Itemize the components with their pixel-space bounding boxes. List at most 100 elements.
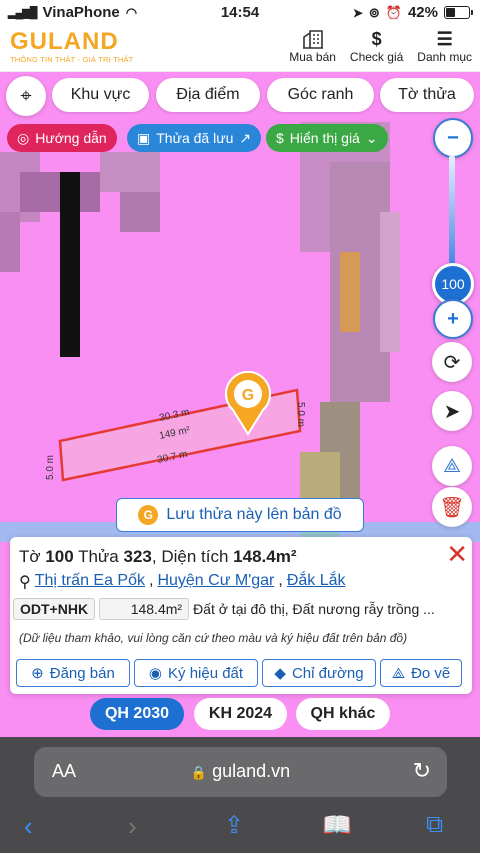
navigate-button[interactable]: ➤	[432, 391, 472, 431]
guland-pin-icon: G	[138, 505, 159, 525]
nav-danh-muc[interactable]: ☰ Danh mục	[417, 28, 472, 64]
chi-duong-button[interactable]: ◆ Chỉ đường	[262, 659, 376, 687]
do-ve-button[interactable]: ⟁ Đo vẽ	[380, 659, 462, 687]
hien-thi-gia-chip[interactable]: $ Hiển thị giá ⌄	[266, 124, 388, 152]
dia-diem-button[interactable]: Địa điểm	[156, 78, 260, 112]
action-label: Chỉ đường	[291, 664, 364, 682]
district-link[interactable]: Huyện Cư M'gar	[157, 572, 274, 592]
nav-check-gia[interactable]: $ Check giá	[350, 28, 403, 64]
khu-vuc-button[interactable]: Khu vực	[52, 78, 149, 112]
pin-plus-icon: ⊕	[31, 665, 44, 682]
trash-icon: 🗑	[439, 496, 465, 519]
logo-tagline: THÔNG TIN THẬT - GIÁ TRỊ THẬT	[10, 55, 134, 64]
nav-label: Check giá	[349, 50, 404, 64]
goc-ranh-button[interactable]: Góc ranh	[267, 78, 374, 112]
tabs-icon[interactable]: ⧉	[426, 811, 443, 839]
address-bar[interactable]: AA 🔒 guland.vn ↻	[34, 747, 447, 797]
huong-dan-chip[interactable]: ◎ Hướng dẫn	[7, 124, 117, 152]
action-label: Đăng bán	[49, 664, 115, 682]
action-label: Đo vẽ	[411, 664, 451, 682]
target-icon: ◎	[17, 129, 30, 146]
kh-2024-button[interactable]: KH 2024	[194, 698, 287, 730]
dien-tich-label: Diện tích	[161, 547, 229, 566]
dien-tich-value: 148.4m²	[233, 547, 297, 566]
ky-hieu-dat-button[interactable]: ◉ Ký hiệu đất	[134, 659, 258, 687]
parcel-left-edge: 5.0 m	[45, 455, 56, 480]
crosshair-icon: ⌖	[20, 84, 32, 107]
to-thua-button[interactable]: Tờ thửa	[380, 78, 474, 112]
status-bar: ▂▄▆█ VinaPhone ◠ 14:54 ➤ ⊚ ⏰ 42%	[0, 0, 480, 24]
disclaimer-note: (Dữ liệu tham khảo, vui lòng căn cứ theo…	[19, 631, 408, 645]
battery-icon	[444, 6, 473, 19]
external-link-icon: ↗	[239, 129, 252, 146]
save-parcel-button[interactable]: G Lưu thửa này lên bản đồ	[116, 498, 364, 532]
refresh-icon: ⟳	[443, 351, 461, 374]
bookmark-icon: ▣	[137, 129, 151, 146]
thua-value: 323	[123, 547, 152, 566]
to-value: 100	[45, 547, 74, 566]
domain-text: guland.vn	[212, 761, 291, 781]
land-code-tag: ODT+NHK	[13, 598, 96, 620]
qh-khac-button[interactable]: QH khác	[296, 698, 390, 730]
land-info-row: ODT+NHK 148.4m² Đất ở tại đô thị, Đất nư…	[13, 598, 468, 620]
thua-label: Thửa	[78, 547, 119, 566]
directions-icon: ◆	[274, 665, 286, 682]
app-header: GULAND THÔNG TIN THẬT - GIÁ TRỊ THẬT Mua…	[0, 24, 480, 72]
zoom-slider[interactable]	[449, 155, 455, 275]
action-buttons: ⊕ Đăng bán ◉ Ký hiệu đất ◆ Chỉ đường ⟁ Đo vẽ	[16, 659, 462, 687]
palette-icon: ◉	[148, 665, 163, 682]
thua-da-luu-chip[interactable]: ▣ Thửa đã lưu ↗	[127, 124, 262, 152]
dang-ban-button[interactable]: ⊕ Đăng bán	[16, 659, 130, 687]
logo[interactable]: GULAND THÔNG TIN THẬT - GIÁ TRỊ THẬT	[10, 28, 134, 65]
nav-mua-ban[interactable]: Mua bán	[289, 28, 336, 64]
land-description: Đất ở tại đô thị, Đất nương rẫy trồng ..…	[193, 601, 435, 617]
nav-label: Danh mục	[417, 50, 472, 64]
parcel-title: Tờ 100 Thửa 323, Diện tích 148.4m²	[19, 547, 297, 566]
parcel-right-edge: 5.0 m	[295, 402, 306, 427]
location-line: ⚲ Thị trấn Ea Pốk, Huyện Cư M'gar, Đắk L…	[19, 572, 346, 592]
zoom-out-button[interactable]: −	[433, 118, 473, 158]
browser-url-area: AA 🔒 guland.vn ↻	[0, 737, 480, 807]
minus-icon: −	[447, 126, 459, 149]
url-display[interactable]: 🔒 guland.vn	[34, 761, 447, 782]
logo-word: GULAND	[10, 28, 119, 55]
svg-text:G: G	[242, 387, 254, 404]
measure-icon: ⟁	[443, 454, 461, 477]
land-area-tag: 148.4m²	[99, 598, 190, 620]
zoom-in-button[interactable]: +	[433, 299, 473, 339]
action-label: Ký hiệu đất	[168, 664, 244, 682]
refresh-button[interactable]: ⟳	[432, 342, 472, 382]
lock-rotation-icon: ⊚	[368, 4, 380, 20]
menu-icon: ☰	[436, 29, 453, 49]
dollar-icon: $	[276, 130, 284, 146]
save-parcel-label: Lưu thửa này lên bản đồ	[166, 506, 342, 523]
battery-percent: 42%	[407, 4, 438, 21]
nav-label: Mua bán	[289, 50, 336, 64]
province-link[interactable]: Đắk Lắk	[287, 572, 346, 592]
town-link[interactable]: Thị trấn Ea Pốk	[35, 572, 145, 592]
browser-toolbar: ‹ › ⇪ 📖 ⧉	[0, 807, 480, 853]
chip-label: Thửa đã lưu	[156, 130, 234, 146]
reload-icon[interactable]: ↻	[413, 758, 431, 784]
plus-icon: +	[447, 307, 459, 330]
measure-icon: ⟁	[391, 664, 406, 682]
chip-label: Hiển thị giá	[289, 130, 360, 146]
lock-icon: 🔒	[190, 765, 208, 780]
share-icon[interactable]: ⇪	[224, 811, 244, 840]
close-icon[interactable]: ✕	[446, 539, 468, 570]
alarm-icon: ⏰	[385, 4, 402, 20]
forward-icon[interactable]: ›	[128, 811, 137, 842]
back-icon[interactable]: ‹	[24, 811, 33, 842]
navigation-arrow-icon: ➤	[443, 400, 461, 423]
chip-label: Hướng dẫn	[35, 130, 107, 146]
location-icon: ➤	[352, 5, 363, 20]
measure-button[interactable]: ⟁	[432, 446, 472, 486]
map-marker-icon: ⚲	[19, 574, 31, 591]
header-nav: Mua bán $ Check giá ☰ Danh mục	[289, 28, 472, 64]
dollar-icon: $	[371, 29, 382, 49]
delete-button[interactable]: 🗑	[432, 487, 472, 527]
qh-2030-button[interactable]: QH 2030	[90, 698, 184, 730]
bookmarks-icon[interactable]: 📖	[322, 811, 352, 840]
status-right: ➤ ⊚ ⏰ 42%	[352, 4, 473, 21]
my-location-button[interactable]: ⌖	[6, 76, 46, 116]
